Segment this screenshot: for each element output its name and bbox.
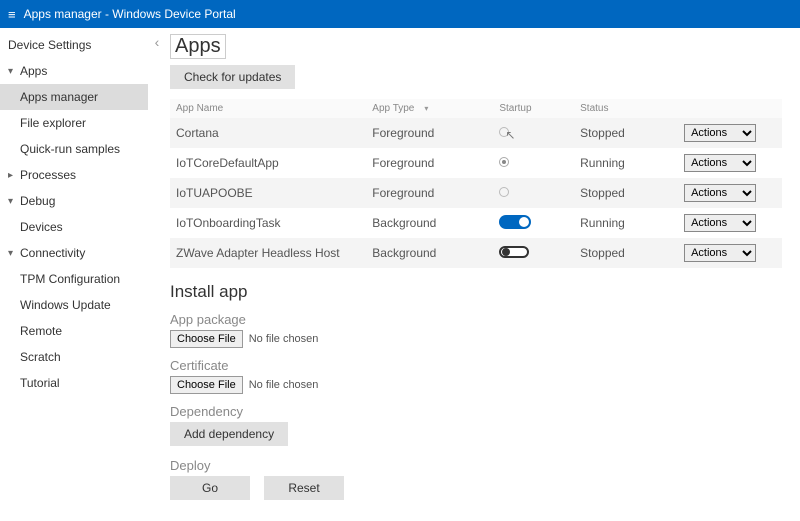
- cell-appname: IoTOnboardingTask: [170, 208, 366, 238]
- col-header-appname[interactable]: App Name: [170, 99, 366, 118]
- sidebar-item-label: Debug: [20, 194, 55, 208]
- sidebar-item-devices[interactable]: Devices: [0, 214, 148, 240]
- sidebar-item-label: Quick-run samples: [20, 142, 120, 156]
- sidebar-item-apps-manager[interactable]: Apps manager: [0, 84, 148, 110]
- sidebar-item-label: Windows Update: [20, 298, 111, 312]
- sidebar-item-label: Apps manager: [20, 90, 98, 104]
- toggle-off-icon[interactable]: [499, 246, 529, 258]
- sidebar-item-processes[interactable]: ▸Processes: [0, 162, 148, 188]
- sidebar-item-scratch[interactable]: Scratch: [0, 344, 148, 370]
- toggle-on-icon[interactable]: [499, 215, 531, 229]
- radio-selected-icon[interactable]: [499, 157, 509, 167]
- add-dependency-button[interactable]: Add dependency: [170, 422, 288, 446]
- install-app-heading: Install app: [170, 282, 782, 302]
- sidebar-item-label: Scratch: [20, 350, 61, 364]
- sidebar-item-tpm-configuration[interactable]: TPM Configuration: [0, 266, 148, 292]
- cell-startup[interactable]: [493, 208, 574, 238]
- actions-dropdown[interactable]: Actions: [684, 184, 756, 202]
- app-package-label: App package: [170, 312, 782, 327]
- cell-status: Running: [574, 148, 678, 178]
- cell-status: Stopped: [574, 238, 678, 268]
- table-row: CortanaForeground ↖ Stopped Actions: [170, 118, 782, 148]
- cell-status: Stopped: [574, 118, 678, 148]
- sidebar-item-remote[interactable]: Remote: [0, 318, 148, 344]
- main-content: Apps Check for updates App Name App Type…: [166, 28, 800, 521]
- cell-appname: Cortana: [170, 118, 366, 148]
- hamburger-icon[interactable]: ≡: [8, 7, 16, 22]
- actions-dropdown[interactable]: Actions: [684, 124, 756, 142]
- package-file-status: No file chosen: [249, 333, 319, 345]
- cell-appname: IoTUAPOOBE: [170, 178, 366, 208]
- page-title: Apps: [170, 34, 226, 59]
- sidebar-item-label: Tutorial: [20, 376, 60, 390]
- cell-apptype: Foreground: [366, 118, 493, 148]
- col-header-startup[interactable]: Startup: [493, 99, 574, 118]
- cell-apptype: Foreground: [366, 148, 493, 178]
- sidebar-item-device-settings[interactable]: Device Settings: [0, 32, 148, 58]
- sidebar-item-label: Devices: [20, 220, 63, 234]
- table-row: IoTUAPOOBEForeground Stopped Actions: [170, 178, 782, 208]
- table-row: IoTOnboardingTaskBackground Running Action…: [170, 208, 782, 238]
- caret-right-icon: ▸: [8, 170, 18, 181]
- table-row: IoTCoreDefaultAppForeground Running Action…: [170, 148, 782, 178]
- sidebar-item-apps[interactable]: ▾Apps: [0, 58, 148, 84]
- col-header-status[interactable]: Status: [574, 99, 678, 118]
- deploy-label: Deploy: [170, 458, 782, 473]
- sidebar-item-label: Device Settings: [8, 38, 91, 52]
- sidebar-item-label: File explorer: [20, 116, 86, 130]
- actions-dropdown[interactable]: Actions: [684, 244, 756, 262]
- choose-file-package-button[interactable]: Choose File: [170, 330, 243, 348]
- choose-file-certificate-button[interactable]: Choose File: [170, 376, 243, 394]
- actions-dropdown[interactable]: Actions: [684, 154, 756, 172]
- reset-button[interactable]: Reset: [264, 476, 344, 500]
- sidebar-item-windows-update[interactable]: Windows Update: [0, 292, 148, 318]
- sidebar-item-debug[interactable]: ▾Debug: [0, 188, 148, 214]
- caret-down-icon: ▾: [8, 248, 18, 259]
- table-row: ZWave Adapter Headless HostBackground Sto…: [170, 238, 782, 268]
- window-title: Apps manager - Windows Device Portal: [24, 7, 236, 21]
- cell-apptype: Background: [366, 238, 493, 268]
- dependency-label: Dependency: [170, 404, 782, 419]
- go-button[interactable]: Go: [170, 476, 250, 500]
- cursor-icon: ↖: [505, 128, 515, 142]
- check-updates-button[interactable]: Check for updates: [170, 65, 295, 89]
- cell-startup[interactable]: ↖: [493, 118, 574, 148]
- cell-startup[interactable]: [493, 148, 574, 178]
- caret-down-icon: ▾: [8, 66, 18, 77]
- sidebar-item-file-explorer[interactable]: File explorer: [0, 110, 148, 136]
- sidebar-item-label: Apps: [20, 64, 47, 78]
- sidebar: Device Settings▾AppsApps managerFile exp…: [0, 28, 148, 521]
- sidebar-item-quick-run-samples[interactable]: Quick-run samples: [0, 136, 148, 162]
- caret-down-icon: ▾: [8, 196, 18, 207]
- apps-table: App Name App Type▾ Startup Status Cortan…: [170, 99, 782, 268]
- radio-unselected-icon[interactable]: [499, 187, 509, 197]
- cell-startup[interactable]: [493, 238, 574, 268]
- cell-status: Stopped: [574, 178, 678, 208]
- back-icon[interactable]: ‹: [155, 34, 160, 50]
- cell-appname: IoTCoreDefaultApp: [170, 148, 366, 178]
- cell-status: Running: [574, 208, 678, 238]
- cell-apptype: Foreground: [366, 178, 493, 208]
- cell-appname: ZWave Adapter Headless Host: [170, 238, 366, 268]
- sidebar-item-connectivity[interactable]: ▾Connectivity: [0, 240, 148, 266]
- titlebar: ≡ Apps manager - Windows Device Portal: [0, 0, 800, 28]
- cell-apptype: Background: [366, 208, 493, 238]
- sidebar-item-label: TPM Configuration: [20, 272, 120, 286]
- actions-dropdown[interactable]: Actions: [684, 214, 756, 232]
- sidebar-item-label: Connectivity: [20, 246, 85, 260]
- sidebar-item-label: Remote: [20, 324, 62, 338]
- sidebar-item-tutorial[interactable]: Tutorial: [0, 370, 148, 396]
- cell-startup[interactable]: [493, 178, 574, 208]
- certificate-file-status: No file chosen: [249, 379, 319, 391]
- col-header-apptype[interactable]: App Type▾: [366, 99, 493, 118]
- sidebar-item-label: Processes: [20, 168, 76, 182]
- sort-caret-icon: ▾: [424, 104, 428, 113]
- certificate-label: Certificate: [170, 358, 782, 373]
